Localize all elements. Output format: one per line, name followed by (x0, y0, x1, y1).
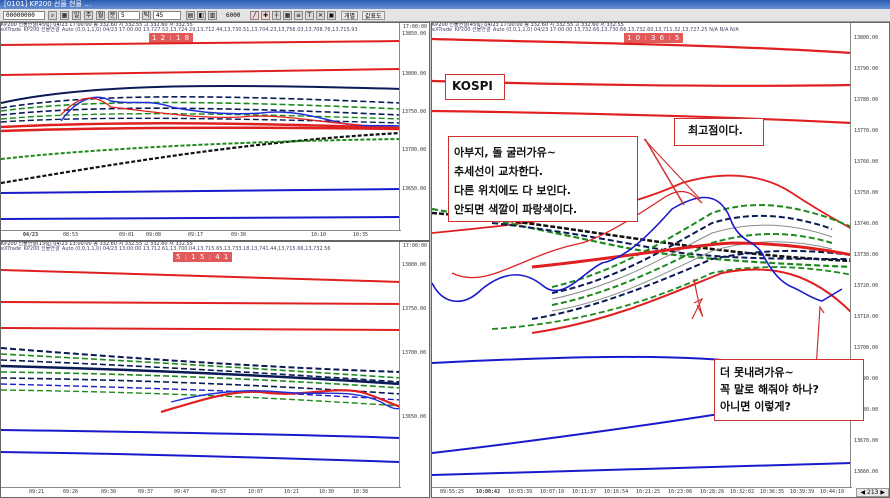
x-tick: 09:17 (188, 232, 204, 238)
grid-icon[interactable]: ▦ (283, 11, 292, 20)
x-tick: 04/23 (23, 232, 39, 238)
prev-page-icon[interactable]: ◀ (860, 489, 865, 496)
next-page-icon[interactable]: ▶ (880, 489, 885, 496)
y-tick: 13790.00 (854, 66, 879, 72)
x-tick: 10:16:54 (604, 489, 629, 495)
tool-icon-1[interactable]: ▤ (186, 11, 195, 20)
y-tick: 13700.00 (854, 345, 879, 351)
zoom-value: 6000 (226, 12, 241, 19)
chart-panel-top-left[interactable]: KP200 선물연결(45틱) 04/23 17:00:00 종 332.60 … (0, 22, 430, 241)
x-tick: 10:39:39 (790, 489, 815, 495)
x-tick: 09:26 (63, 489, 79, 495)
page-number: 213 (867, 489, 879, 496)
code-input[interactable]: 00000000 (3, 11, 45, 20)
y-tick: 13660.00 (854, 469, 879, 475)
count-select[interactable]: 5 (118, 11, 140, 20)
y-tick: 13800.00 (854, 35, 879, 41)
window-title-bar: [0101] KP200 선물 현물 … (0, 0, 890, 9)
x-tick: 10:07:10 (540, 489, 565, 495)
x-tick: 09:08 (146, 232, 162, 238)
note-line: 최고점이다. (688, 124, 743, 137)
x-axis: 04/23 08:53 09:01 09:08 09:17 09:30 10:1… (1, 230, 401, 240)
kospi-label: KOSPI (445, 74, 505, 100)
toolbar: 00000000 ⌕ ▦ 일 주 월 분 5 틱 45 ▤ ◧ ▥ 6000 ╱… (0, 9, 890, 22)
note-line: 꼭 말로 해줘야 하나? (720, 383, 819, 396)
tick-button[interactable]: 틱 (142, 11, 151, 20)
save-icon[interactable]: ▣ (327, 11, 336, 20)
y-tick: 13720.00 (854, 283, 879, 289)
period-month-button[interactable]: 월 (96, 11, 105, 20)
y-tick: 13760.00 (854, 159, 879, 165)
kospi-text: KOSPI (452, 79, 493, 93)
chart-lines-bottom-left (1, 269, 402, 463)
note-line: 아부지, 돌 굴러가유~ (454, 146, 557, 159)
x-tick: 10:28:26 (700, 489, 725, 495)
x-tick: 10:38 (353, 489, 369, 495)
x-tick: 09:57 (211, 489, 227, 495)
chart-panel-right[interactable]: KP200 선물연결(45틱) 04/23 17:00:00 종 332.60 … (431, 22, 890, 498)
y-tick: 13670.00 (854, 438, 879, 444)
search-icon[interactable]: ⌕ (48, 11, 57, 20)
x-tick: 10:35 (353, 232, 369, 238)
window-title: [0101] KP200 선물 현물 … (4, 0, 92, 8)
x-tick: 09:47 (174, 489, 190, 495)
note-line: 아니면 이렇게? (720, 400, 791, 413)
note-line: 안되면 색깔이 파랑색이다. (454, 203, 578, 216)
y-tick: 13710.00 (854, 314, 879, 320)
period-day-button[interactable]: 일 (72, 11, 81, 20)
x-tick: 10:30 (319, 489, 335, 495)
x-tick: 10:07 (248, 489, 264, 495)
x-tick: 10:36:35 (760, 489, 785, 495)
y-tick: 13750.00 (854, 190, 879, 196)
y-tick: 13730.00 (854, 252, 879, 258)
note-line: 추세선이 교차한다. (454, 165, 543, 178)
erase-icon[interactable]: ✕ (316, 11, 325, 20)
x-tick: 09:55:25 (440, 489, 465, 495)
text-tool-icon[interactable]: T (305, 11, 314, 20)
corner-time: 17:00:00 (402, 243, 427, 249)
x-tick: 10:11:37 (572, 489, 597, 495)
x-tick: 09:30 (231, 232, 247, 238)
corner-time: 17:00:00 (402, 24, 427, 30)
chart-panel-bottom-left[interactable]: KP200 선물연결(15틱) 04/23 13:00:00 종 332.60 … (0, 241, 430, 498)
y-tick: 13780.00 (854, 97, 879, 103)
x-tick: 09:30 (101, 489, 117, 495)
crosshair-icon[interactable]: ✚ (261, 11, 270, 20)
x-tick: 10:03:39 (508, 489, 533, 495)
x-tick: 09:21 (29, 489, 45, 495)
period-minute-button[interactable]: 분 (108, 11, 117, 20)
x-tick: 09:37 (138, 489, 154, 495)
x-tick: 10:23:06 (668, 489, 693, 495)
x-tick: 08:53 (63, 232, 79, 238)
note-line: 다른 위치에도 다 보인다. (454, 184, 571, 197)
x-tick: 10:44:10 (820, 489, 845, 495)
annotation-box-3: 더 못내려가유~ 꼭 말로 해줘야 하나? 아니면 이렇게? (714, 359, 864, 421)
annotation-box-2: 최고점이다. (674, 118, 764, 146)
note-line: 더 못내려가유~ (720, 366, 794, 379)
page-navigator[interactable]: ◀ 213 ▶ (856, 488, 889, 497)
period-select[interactable]: 45 (153, 11, 181, 20)
tab-individual[interactable]: 개별 (341, 11, 359, 20)
chart-lines-top-left (1, 40, 402, 220)
x-axis: 09:21 09:26 09:30 09:37 09:47 09:57 10:0… (1, 487, 401, 497)
x-tick: 10:00:42 (476, 489, 501, 495)
x-axis: 09:55:25 10:00:42 10:03:39 10:07:10 10:1… (432, 487, 852, 497)
tab-value-table[interactable]: 값표도 (362, 11, 385, 20)
line-tool-icon[interactable]: ╱ (250, 11, 259, 20)
y-tick: 13770.00 (854, 128, 879, 134)
tool-icon-3[interactable]: ▥ (208, 11, 217, 20)
x-tick: 10:32:02 (730, 489, 755, 495)
x-tick: 09:01 (119, 232, 135, 238)
annotation-box-1: 아부지, 돌 굴러가유~ 추세선이 교차한다. 다른 위치에도 다 보인다. 안… (448, 136, 638, 222)
x-tick: 10:21 (284, 489, 300, 495)
y-tick: 13740.00 (854, 221, 879, 227)
x-tick: 10:21:25 (636, 489, 661, 495)
ruler-icon[interactable]: ┼ (272, 11, 281, 20)
period-week-button[interactable]: 주 (84, 11, 93, 20)
tool-icon-2[interactable]: ◧ (197, 11, 206, 20)
chart-type-icon[interactable]: ▦ (60, 11, 69, 20)
fib-icon[interactable]: ≡ (294, 11, 303, 20)
x-tick: 10:10 (311, 232, 327, 238)
